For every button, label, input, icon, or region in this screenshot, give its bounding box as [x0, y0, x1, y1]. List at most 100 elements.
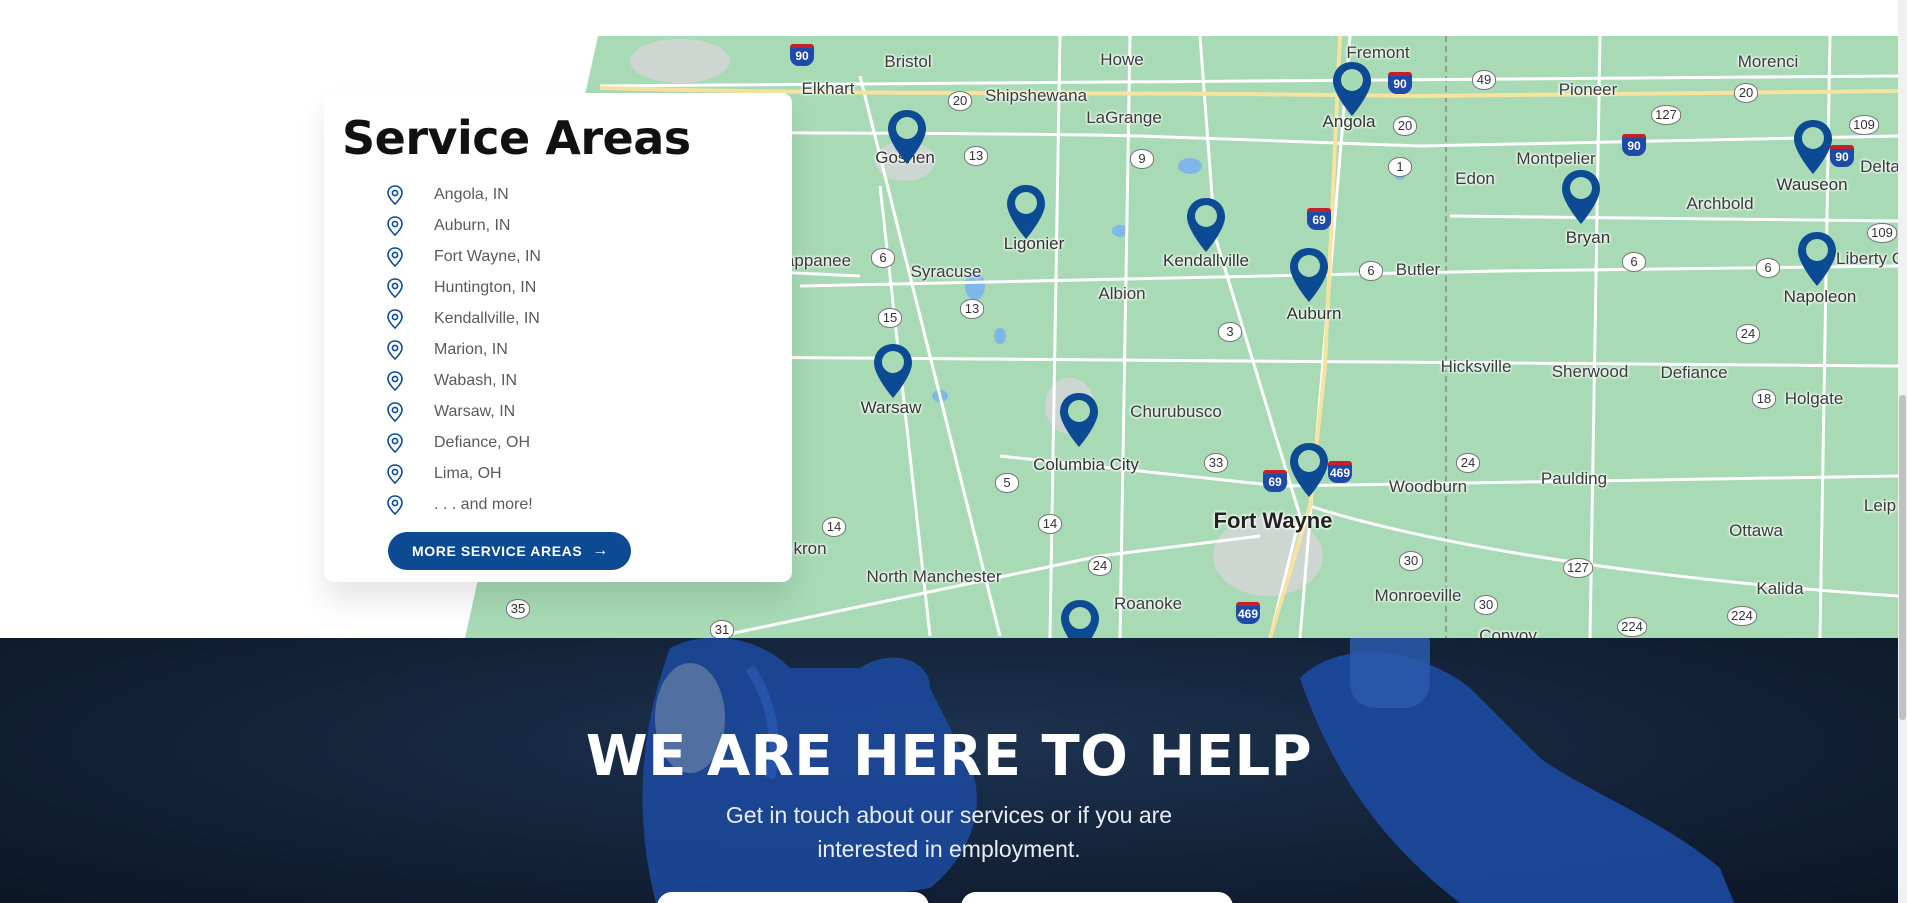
map-pin-icon — [387, 184, 403, 205]
map-town-label: Woodburn — [1388, 477, 1468, 496]
service-area-item: Wabash, IN — [386, 365, 792, 396]
route-shield: 6 — [871, 248, 895, 268]
service-area-item: Angola, IN — [386, 179, 792, 210]
service-area-name: Auburn, IN — [434, 216, 511, 234]
route-shield: 6 — [1756, 258, 1780, 278]
map-town-label: Kalida — [1756, 579, 1804, 598]
map-pin-icon[interactable] — [1286, 246, 1332, 304]
map-town-label: Ottawa — [1729, 521, 1783, 540]
service-area-item: Warsaw, IN — [386, 396, 792, 427]
map-town-label: Liberty C — [1835, 249, 1898, 268]
service-area-name: Kendallville, IN — [434, 309, 540, 327]
help-title: WE ARE HERE TO HELP — [585, 724, 1313, 789]
route-shield: 13 — [964, 146, 988, 166]
map-background — [0, 36, 1898, 638]
map-pin-icon[interactable] — [884, 108, 930, 166]
map-town-label: Delta — [1860, 157, 1898, 176]
map-pin-icon — [387, 463, 403, 484]
map-town-label: Albion — [1098, 284, 1146, 303]
interstate-shield: 90 — [1388, 72, 1412, 94]
help-subtitle-line: Get in touch about our services or if yo… — [725, 802, 1173, 828]
interstate-shield: 90 — [790, 44, 814, 66]
map-town-label: Syracuse — [910, 262, 982, 281]
map-pin-icon[interactable] — [1329, 60, 1375, 118]
route-shield: 20 — [1393, 116, 1417, 136]
map-town-label: LaGrange — [1086, 108, 1162, 127]
map-pin-label: Kendallville — [1163, 251, 1249, 270]
help-subtitle-line: interested in employment. — [817, 836, 1081, 862]
interstate-shield: 69 — [1307, 208, 1331, 230]
map-pin-label: Bryan — [1565, 228, 1611, 247]
map-town-label: Defiance — [1660, 363, 1728, 382]
interstate-shield: 90 — [1622, 134, 1646, 156]
interstate-shield: 469 — [1236, 602, 1260, 624]
service-area-item: Auburn, IN — [386, 210, 792, 241]
map-pin-label: Auburn — [1286, 304, 1342, 323]
map-pin-icon[interactable] — [1183, 196, 1229, 254]
map-town-label: Paulding — [1540, 469, 1608, 488]
route-shield: 49 — [1472, 70, 1496, 90]
route-shield: 224 — [1617, 617, 1647, 637]
page-scrollbar[interactable] — [1898, 0, 1907, 903]
map-town-label: Howe — [1100, 50, 1144, 69]
route-shield: 6 — [1359, 261, 1383, 281]
map-pin-icon — [387, 370, 403, 391]
service-area-item: Fort Wayne, IN — [386, 241, 792, 272]
map-pin-icon[interactable] — [1558, 168, 1604, 226]
service-area-name: Angola, IN — [434, 185, 509, 203]
route-shield: 18 — [1752, 389, 1776, 409]
service-area-name: Huntington, IN — [434, 278, 537, 296]
map-town-label: Montpelier — [1516, 149, 1596, 168]
arrow-right-icon: → — [592, 542, 609, 559]
contact-button[interactable] — [657, 892, 929, 903]
route-shield: 14 — [822, 517, 846, 537]
route-shield: 6 — [1622, 252, 1646, 272]
route-shield: 1 — [1388, 157, 1412, 177]
service-areas-title: Service Areas — [342, 111, 691, 165]
map-town-label: kron — [793, 539, 827, 558]
service-area-name: Warsaw, IN — [434, 402, 516, 420]
service-area-map[interactable]: Bristol Howe Fremont Morenci Elkhart Shi… — [0, 36, 1898, 638]
service-area-item: Lima, OH — [386, 458, 792, 489]
service-areas-card: Service Areas Angola, IN Auburn, IN Fort… — [324, 93, 792, 582]
service-area-list: Angola, IN Auburn, IN Fort Wayne, IN Hun… — [386, 179, 792, 520]
service-area-name: Lima, OH — [434, 464, 502, 482]
map-town-label: North Manchester — [866, 567, 1002, 586]
service-area-name: Marion, IN — [434, 340, 508, 358]
route-shield: 13 — [960, 299, 984, 319]
map-pin-icon — [387, 432, 403, 453]
map-town-label: Monroeville — [1374, 586, 1462, 605]
route-shield: 224 — [1727, 606, 1757, 626]
map-town-label: Pioneer — [1558, 80, 1618, 99]
employment-button[interactable] — [961, 892, 1233, 903]
route-shield: 30 — [1474, 595, 1498, 615]
map-town-label: Morenci — [1737, 52, 1799, 71]
map-pin-icon — [387, 246, 403, 267]
service-area-item: Kendallville, IN — [386, 303, 792, 334]
map-town-label: Bristol — [884, 52, 932, 71]
service-area-item: Huntington, IN — [386, 272, 792, 303]
route-shield: 31 — [710, 620, 734, 638]
service-area-item: Marion, IN — [386, 334, 792, 365]
route-shield: 20 — [1734, 83, 1758, 103]
map-pin-icon[interactable] — [1003, 183, 1049, 241]
map-pin-icon[interactable] — [870, 342, 916, 400]
map-town-label: Leip — [1863, 496, 1897, 515]
more-service-areas-button[interactable]: MORE SERVICE AREAS → — [388, 532, 631, 570]
map-pin-icon[interactable] — [1794, 230, 1840, 288]
map-pin-icon[interactable] — [1057, 598, 1103, 638]
map-pin-label: Columbia City — [1033, 455, 1139, 474]
map-pin-label: Napoleon — [1783, 287, 1857, 306]
map-pin-icon[interactable] — [1790, 118, 1836, 176]
map-town-label: Convoy — [1479, 626, 1537, 638]
map-town-label: Sherwood — [1551, 362, 1629, 381]
route-shield: 9 — [1130, 149, 1154, 169]
map-pin-icon[interactable] — [1056, 391, 1102, 449]
route-shield: 127 — [1563, 558, 1593, 578]
route-shield: 109 — [1849, 115, 1879, 135]
service-area-item: . . . and more! — [386, 489, 792, 520]
route-shield: 33 — [1204, 453, 1228, 473]
map-town-label: Butler — [1395, 260, 1441, 279]
scrollbar-thumb[interactable] — [1899, 395, 1906, 720]
map-pin-icon[interactable] — [1286, 441, 1332, 499]
